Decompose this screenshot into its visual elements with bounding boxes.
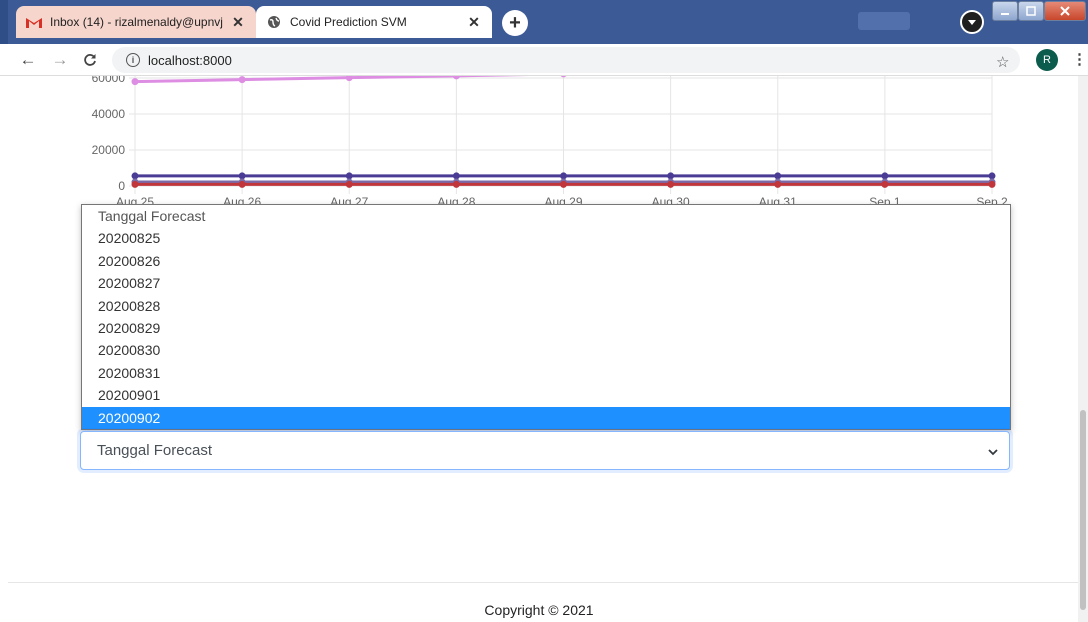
forecast-date-dropdown-list[interactable]: Tanggal Forecast 20200825 20200826 20200… bbox=[81, 204, 1011, 430]
chart-data-point bbox=[238, 76, 246, 84]
chart-data-point bbox=[238, 172, 246, 180]
chart-data-point bbox=[881, 180, 889, 188]
profile-avatar[interactable]: R bbox=[1036, 49, 1058, 71]
dropdown-option-highlighted[interactable]: 20200902 bbox=[82, 406, 1010, 429]
scrollbar-thumb[interactable] bbox=[1080, 410, 1086, 610]
tab-title: Inbox (14) - rizalmenaldy@upnvj bbox=[50, 15, 223, 29]
chart-data-point bbox=[238, 180, 246, 188]
dropdown-option[interactable]: 20200828 bbox=[82, 295, 1010, 317]
chart-data-point bbox=[452, 180, 460, 188]
chart-data-point bbox=[345, 76, 353, 82]
chart-data-point bbox=[667, 180, 675, 188]
close-window-button[interactable] bbox=[1044, 1, 1086, 21]
y-tick-label: 40000 bbox=[92, 107, 126, 121]
chevron-down-icon bbox=[987, 445, 999, 462]
back-arrow-icon[interactable]: ← bbox=[18, 50, 38, 70]
forecast-date-select[interactable]: Tanggal Forecast bbox=[80, 431, 1010, 470]
browser-tab-strip: Inbox (14) - rizalmenaldy@upnvj ✕ Covid … bbox=[0, 0, 1088, 44]
chart-data-point bbox=[667, 172, 675, 180]
new-tab-button[interactable]: + bbox=[502, 10, 528, 36]
url-text: localhost:8000 bbox=[148, 52, 232, 68]
close-tab-icon[interactable]: ✕ bbox=[230, 14, 246, 31]
dropdown-option[interactable]: 20200829 bbox=[82, 317, 1010, 339]
chart-data-point bbox=[560, 180, 567, 188]
chart-data-point bbox=[774, 180, 782, 188]
tab-title: Covid Prediction SVM bbox=[290, 15, 407, 29]
chart-data-point bbox=[131, 78, 139, 86]
close-tab-icon[interactable]: ✕ bbox=[466, 14, 482, 31]
chart-data-point bbox=[560, 76, 567, 78]
chart-data-point bbox=[774, 172, 782, 180]
dropdown-option[interactable]: 20200831 bbox=[82, 362, 1010, 384]
dropdown-option[interactable]: Tanggal Forecast bbox=[82, 205, 1010, 227]
chart-data-point bbox=[988, 180, 996, 188]
chart-data-point bbox=[131, 180, 139, 188]
maximize-window-button[interactable] bbox=[1018, 1, 1044, 21]
bookmark-star-icon[interactable]: ☆ bbox=[996, 53, 1009, 71]
page-scrollbar[interactable] bbox=[1078, 76, 1088, 622]
chart-data-point bbox=[881, 172, 889, 180]
gmail-icon bbox=[26, 14, 42, 30]
menu-kebab-icon[interactable]: ⋮ bbox=[1072, 50, 1087, 68]
chart-data-point bbox=[345, 180, 353, 188]
chart-data-point bbox=[988, 172, 996, 180]
chart-data-point bbox=[131, 172, 139, 180]
blurred-extension-button[interactable] bbox=[858, 12, 910, 30]
dropdown-option[interactable]: 20200825 bbox=[82, 227, 1010, 249]
browser-toolbar: ← → i localhost:8000 ☆ R ⋮ bbox=[0, 44, 1088, 76]
chart-data-point bbox=[452, 76, 460, 80]
y-tick-label: 0 bbox=[118, 179, 125, 193]
y-tick-label: 60000 bbox=[92, 76, 126, 85]
forecast-line-chart: 6000040000200000Aug 25 Aug 26 Aug 27 Aug 28… bbox=[92, 76, 1008, 206]
page-viewport: 60000 40000 20000 0 Aug 25 Aug 26 Aug 27 Aug 28… bbox=[0, 76, 1078, 622]
footer-copyright: Copyright © 2021 bbox=[484, 602, 594, 618]
address-bar[interactable]: i localhost:8000 bbox=[112, 47, 1020, 73]
dropdown-option[interactable]: 20200830 bbox=[82, 339, 1010, 361]
dropdown-option[interactable]: 20200826 bbox=[82, 250, 1010, 272]
info-icon[interactable]: i bbox=[126, 53, 140, 67]
dropdown-option[interactable]: 20200901 bbox=[82, 384, 1010, 406]
globe-icon bbox=[266, 14, 282, 30]
select-value: Tanggal Forecast bbox=[97, 442, 213, 459]
y-tick-label: 20000 bbox=[92, 143, 126, 157]
dropdown-option[interactable]: 20200827 bbox=[82, 272, 1010, 294]
footer-divider bbox=[8, 582, 1078, 583]
tab-inbox[interactable]: Inbox (14) - rizalmenaldy@upnvj ✕ bbox=[16, 6, 256, 38]
chart-data-point bbox=[560, 172, 567, 180]
extension-icon[interactable] bbox=[960, 10, 984, 34]
forward-arrow-icon[interactable]: → bbox=[50, 50, 70, 70]
chart-data-point bbox=[452, 172, 460, 180]
tab-covid-prediction[interactable]: Covid Prediction SVM ✕ bbox=[256, 6, 492, 38]
reload-icon[interactable] bbox=[80, 50, 100, 70]
minimize-window-button[interactable] bbox=[992, 1, 1018, 21]
chart-data-point bbox=[345, 172, 353, 180]
